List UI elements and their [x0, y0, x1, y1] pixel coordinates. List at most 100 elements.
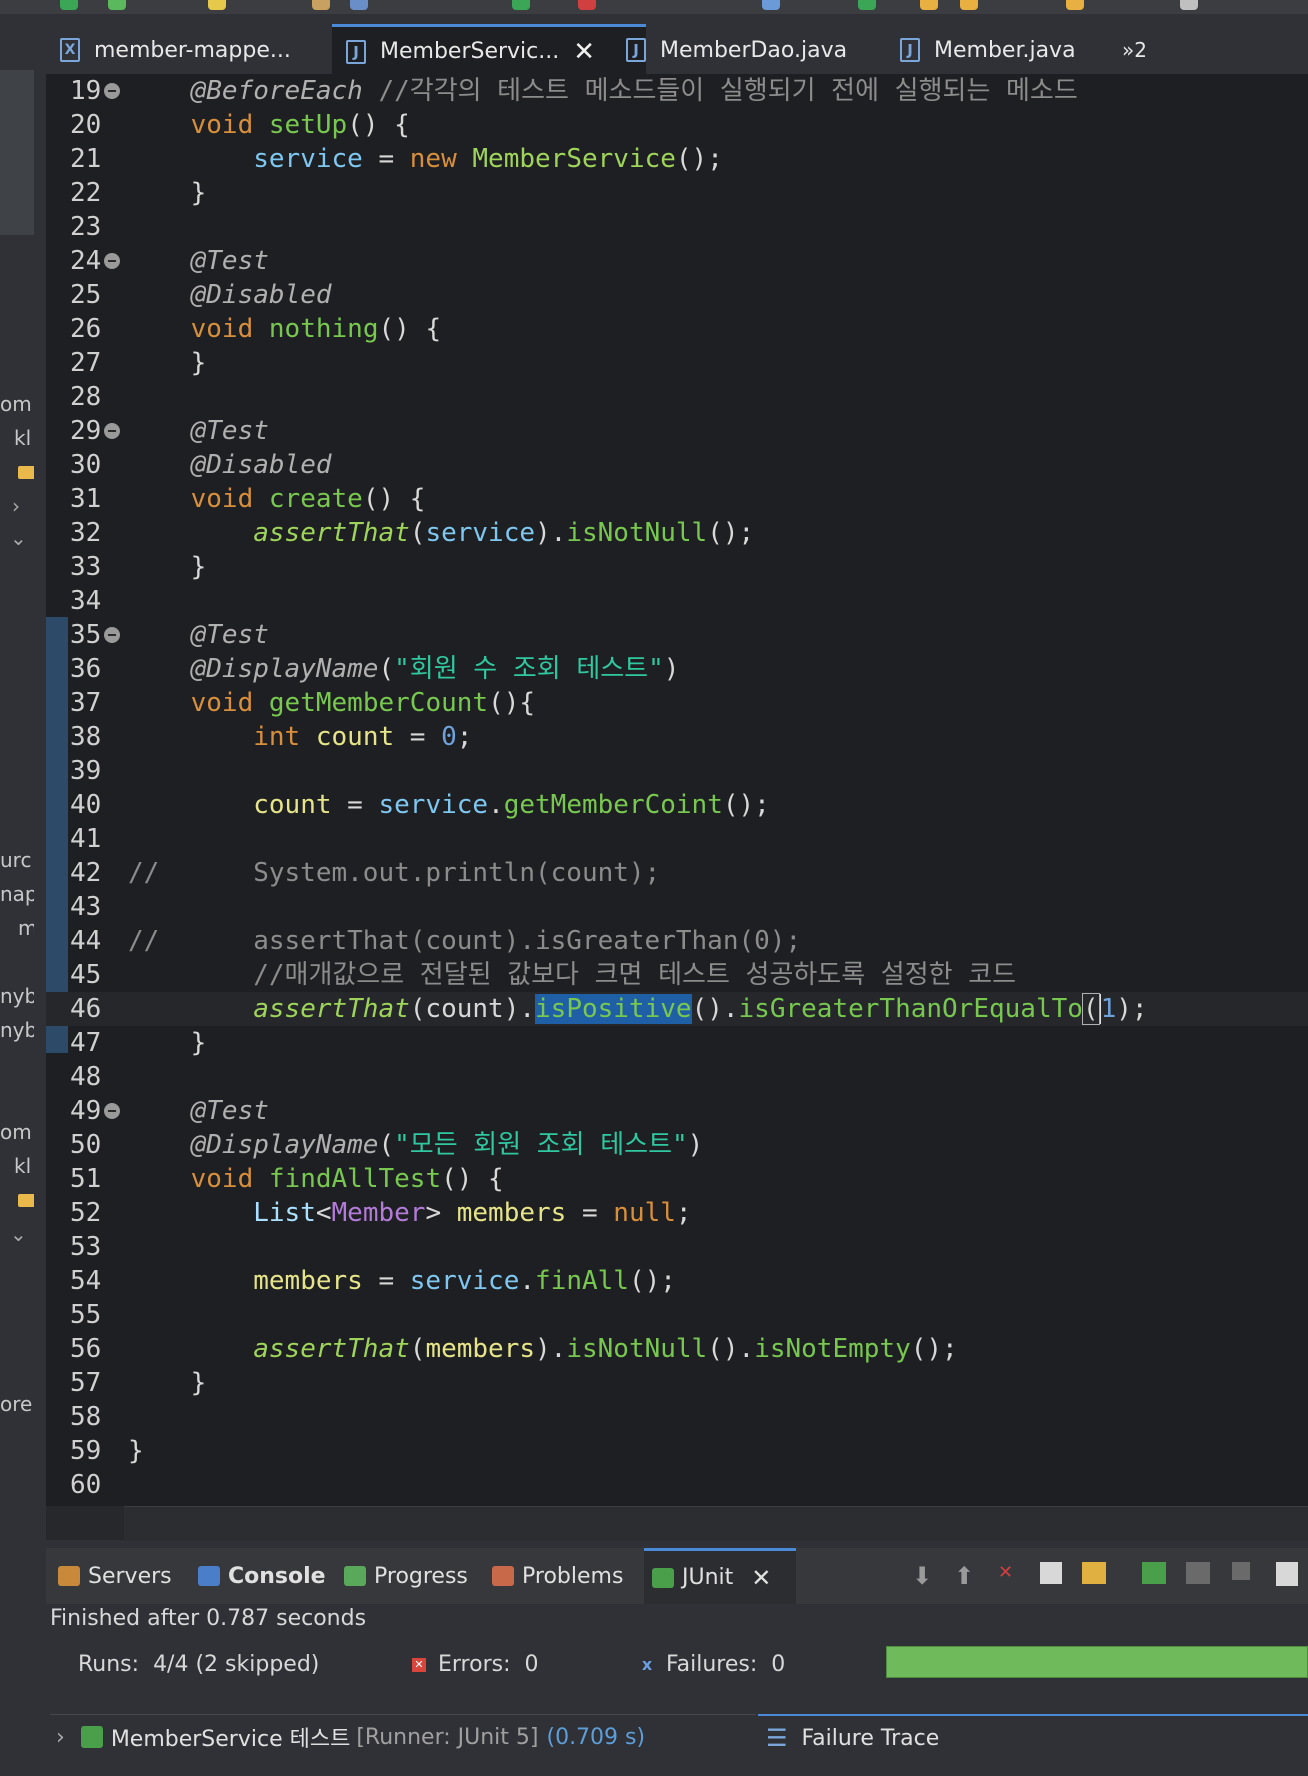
window-icon[interactable] — [350, 0, 368, 10]
code-line: 36 @DisplayName("회원 수 조회 테스트") — [46, 652, 1308, 686]
scrollbar-thumb[interactable] — [124, 1506, 1308, 1541]
code-line: 33 } — [46, 550, 1308, 584]
show-failures-only-icon[interactable]: ✕ — [998, 1562, 1024, 1588]
navigate-icon[interactable] — [762, 0, 780, 10]
explorer-fragment[interactable]: kl — [14, 1154, 31, 1178]
line-number: 37 — [70, 688, 102, 718]
package-icon[interactable] — [312, 0, 330, 10]
code-line: 32 assertThat(service).isNotNull(); — [46, 516, 1308, 550]
stop-icon[interactable] — [1232, 1562, 1250, 1580]
test-suite-icon — [80, 1726, 103, 1748]
stop-icon[interactable] — [578, 0, 596, 10]
tab-junit[interactable]: JUnit ✕ — [644, 1548, 796, 1604]
horizontal-scrollbar[interactable] — [46, 1506, 1308, 1541]
chevron-right-icon[interactable]: › — [56, 1725, 65, 1750]
tab-console[interactable]: Console — [198, 1548, 326, 1604]
explorer-fragment[interactable]: om — [0, 1120, 32, 1144]
code-line: 47 } — [46, 1026, 1308, 1060]
previous-failure-icon[interactable]: ⬆ — [954, 1562, 980, 1590]
code-text: int count = 0; — [253, 722, 473, 752]
refresh-icon[interactable] — [858, 0, 876, 10]
code-line: 27 } — [46, 346, 1308, 380]
line-number: 24 — [70, 246, 102, 276]
open-type-icon[interactable] — [1066, 0, 1084, 10]
failure-trace-header[interactable]: ☰ Failure Trace — [758, 1714, 1308, 1760]
line-number: 21 — [70, 144, 102, 174]
explorer-fragment[interactable]: nyb — [0, 1018, 34, 1042]
tab-member[interactable]: J Member.java — [886, 24, 1116, 76]
debug-icon[interactable] — [108, 0, 126, 10]
code-line: 40 count = service.getMemberCoint(); — [46, 788, 1308, 822]
next-failure-icon[interactable]: ⬇ — [912, 1562, 938, 1590]
line-number: 39 — [70, 756, 102, 786]
line-number: 49 — [70, 1096, 102, 1126]
rerun-test-icon[interactable] — [1142, 1562, 1166, 1584]
fold-toggle-icon[interactable] — [104, 1103, 120, 1119]
text-cursor: 1 — [1098, 994, 1117, 1024]
line-number: 22 — [70, 178, 102, 208]
tab-progress[interactable]: Progress — [344, 1548, 468, 1604]
run-icon[interactable] — [60, 0, 78, 10]
pencil-icon[interactable] — [208, 0, 226, 10]
line-number: 48 — [70, 1062, 102, 1092]
tab-servers[interactable]: Servers — [58, 1548, 172, 1604]
line-number: 33 — [70, 552, 102, 582]
test-run-history-icon[interactable] — [1276, 1562, 1298, 1586]
chevron-right-icon[interactable]: › — [12, 494, 20, 518]
line-number: 58 — [70, 1402, 102, 1432]
test-tree-item[interactable]: › MemberService 테스트 [Runner: JUnit 5] (0… — [50, 1714, 756, 1759]
line-number: 26 — [70, 314, 102, 344]
explorer-fragment[interactable]: om — [0, 392, 32, 416]
code-line: 50 @DisplayName("모든 회원 조회 테스트") — [46, 1128, 1308, 1162]
close-icon[interactable]: ✕ — [751, 1564, 771, 1592]
code-line: 53 — [46, 1230, 1308, 1264]
rerun-failed-icon[interactable] — [1186, 1562, 1210, 1584]
tab-problems[interactable]: Problems — [492, 1548, 623, 1604]
runs-value: 4/4 (2 skipped) — [153, 1652, 320, 1677]
perspective-icon[interactable] — [1180, 0, 1198, 10]
code-text: } — [128, 1436, 144, 1466]
folder-icon — [18, 1194, 34, 1207]
code-text: members = service.finAll(); — [253, 1266, 676, 1296]
failures-label: Failures: — [666, 1652, 758, 1677]
explorer-fragment[interactable]: nyb — [0, 984, 34, 1008]
errors-value: 0 — [524, 1652, 539, 1677]
explorer-fragment[interactable]: ore — [0, 1392, 32, 1416]
code-text: @BeforeEach //각각의 테스트 메소드들이 실행되기 전에 실행되는… — [190, 76, 1078, 106]
fold-toggle-icon[interactable] — [104, 83, 120, 99]
code-editor[interactable]: 19 @BeforeEach //각각의 테스트 메소드들이 실행되기 전에 실… — [46, 74, 1308, 1514]
play-icon[interactable] — [512, 0, 530, 10]
tab-member-service[interactable]: J MemberServic... ✕ — [332, 24, 646, 76]
fold-toggle-icon[interactable] — [104, 627, 120, 643]
fold-toggle-icon[interactable] — [104, 423, 120, 439]
fold-toggle-icon[interactable] — [104, 253, 120, 269]
line-number: 50 — [70, 1130, 102, 1160]
chevron-down-icon[interactable]: ⌄ — [10, 526, 27, 550]
line-number: 20 — [70, 110, 102, 140]
chevron-down-icon[interactable]: ⌄ — [10, 1222, 27, 1246]
skipped-filter-icon[interactable] — [1040, 1562, 1062, 1584]
code-text: void getMemberCount(){ — [190, 688, 536, 718]
code-line: 51 void findAllTest() { — [46, 1162, 1308, 1196]
tab-member-mapper[interactable]: X member-mappe... — [46, 24, 326, 76]
line-number: 42 — [70, 858, 102, 888]
package-explorer-strip: om kl › ⌄ urc nap m nyb nyb om kl ⌄ ore — [0, 14, 34, 1776]
scroll-lock-icon[interactable] — [1082, 1562, 1106, 1584]
line-number: 51 — [70, 1164, 102, 1194]
code-text: @Test — [190, 1096, 269, 1126]
code-text: assertThat(service).isNotNull(); — [253, 518, 755, 548]
line-number: 47 — [70, 1028, 102, 1058]
explorer-fragment[interactable]: nap — [0, 882, 34, 906]
explorer-fragment[interactable]: m — [18, 916, 34, 940]
explorer-fragment[interactable]: kl — [14, 426, 31, 450]
explorer-fragment[interactable]: urc — [0, 848, 31, 872]
code-line: 41 — [46, 822, 1308, 856]
failures-stat: x Failures: 0 — [640, 1652, 785, 1677]
folder-open-icon[interactable] — [960, 0, 978, 10]
close-icon[interactable]: ✕ — [573, 37, 595, 67]
tab-member-dao[interactable]: J MemberDao.java — [612, 24, 872, 76]
line-number: 23 — [70, 212, 102, 242]
code-text: @Disabled — [190, 280, 332, 310]
folder-icon[interactable] — [920, 0, 938, 10]
tab-overflow-button[interactable]: »2 — [1122, 24, 1182, 76]
